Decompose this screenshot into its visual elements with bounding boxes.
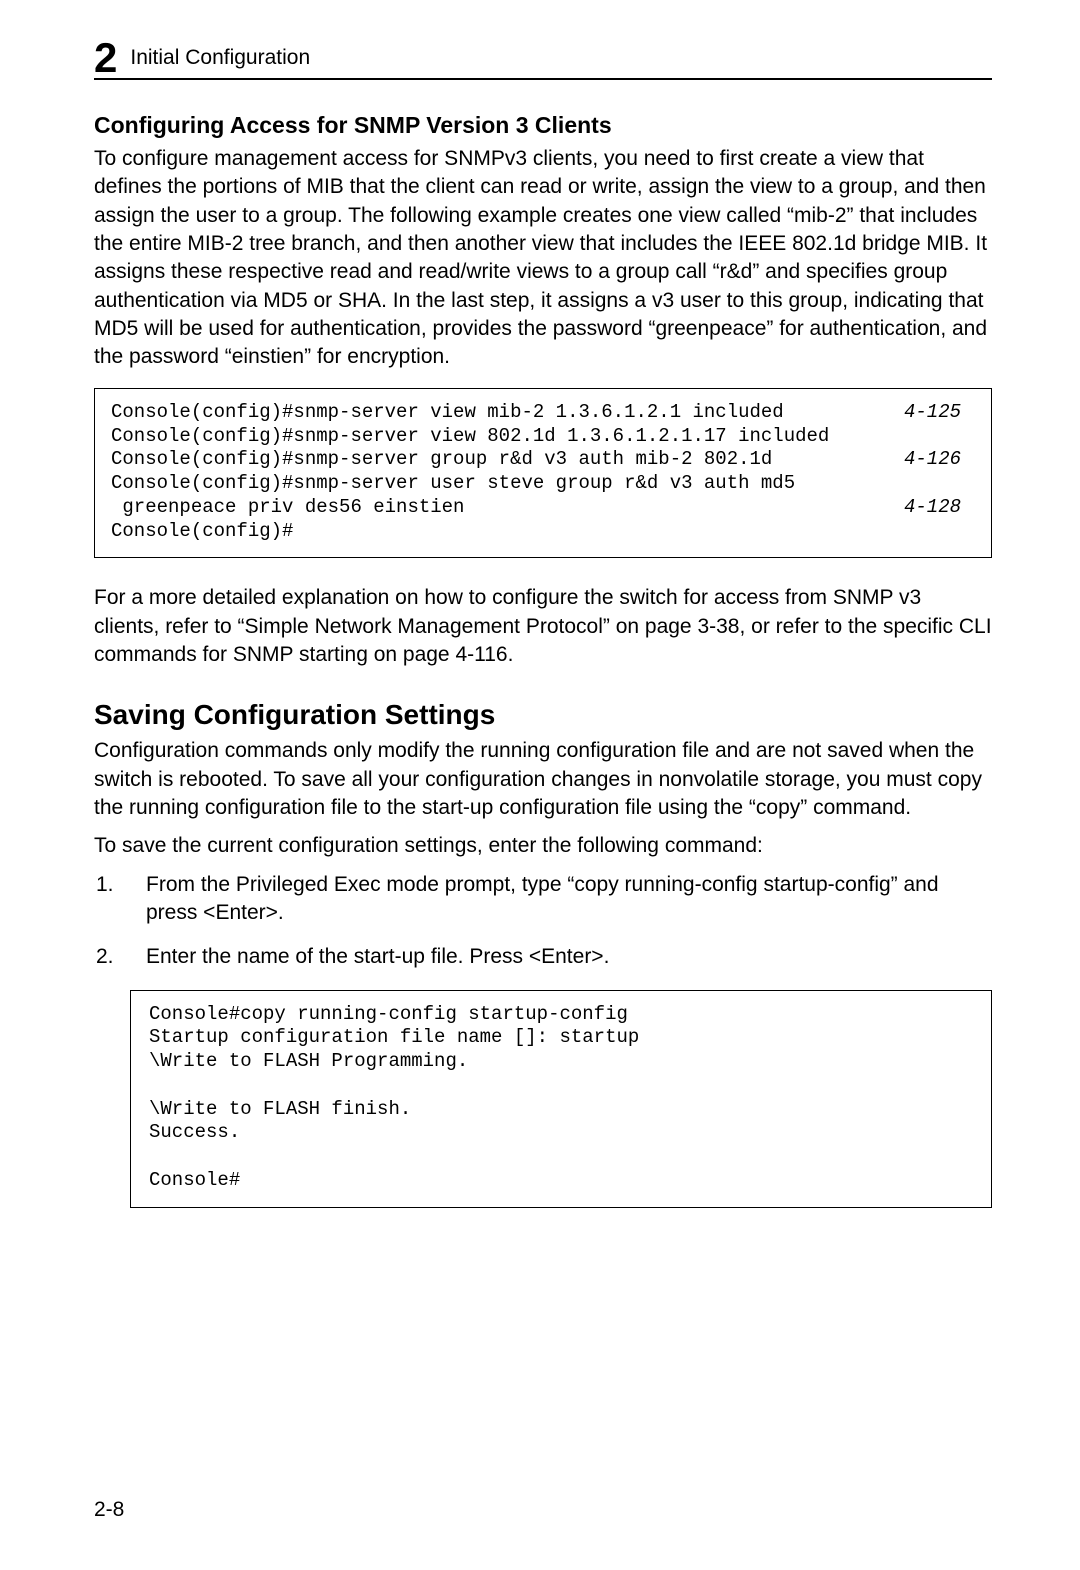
saving-p1: Configuration commands only modify the r… — [94, 737, 992, 822]
step-item: 2. Enter the name of the start-up file. P… — [94, 943, 992, 971]
header-title: Initial Configuration — [130, 46, 310, 70]
saving-p2: To save the current configuration settin… — [94, 832, 992, 860]
step-item: 1. From the Privileged Exec mode prompt, … — [94, 871, 992, 928]
section-heading: Saving Configuration Settings — [94, 699, 992, 731]
intro-paragraph: To configure management access for SNMPv… — [94, 145, 992, 372]
step-number: 2. — [96, 943, 114, 971]
steps-list: 1. From the Privileged Exec mode prompt, … — [94, 871, 992, 972]
chapter-number: 2 — [94, 34, 116, 82]
step-number: 1. — [96, 871, 114, 899]
followup-paragraph: For a more detailed explanation on how t… — [94, 584, 992, 669]
subsection-heading: Configuring Access for SNMP Version 3 Cl… — [94, 112, 992, 139]
page-header: 2 Initial Configuration — [94, 34, 992, 82]
header-rule — [94, 78, 992, 80]
step-text: Enter the name of the start-up file. Pre… — [146, 945, 609, 968]
code-block-snmp: Console(config)#snmp-server view mib-2 1… — [94, 388, 992, 559]
page-content: Configuring Access for SNMP Version 3 Cl… — [94, 88, 992, 1208]
step-text: From the Privileged Exec mode prompt, ty… — [146, 873, 939, 924]
code-block-copy: Console#copy running-config startup-conf… — [130, 990, 992, 1208]
page-number: 2-8 — [94, 1498, 124, 1522]
